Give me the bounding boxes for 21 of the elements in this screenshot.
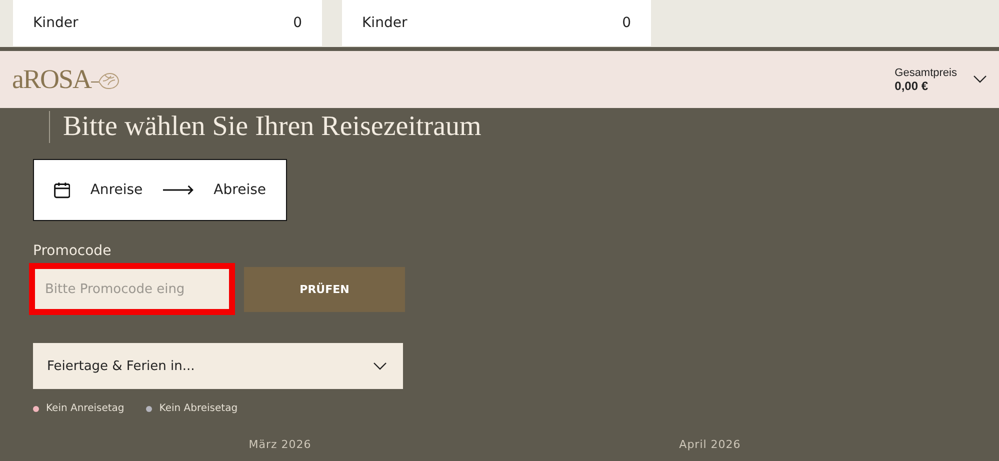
date-range-picker[interactable]: Anreise Abreise bbox=[33, 159, 287, 221]
highlighted-field[interactable]: Bitte Promocode eing bbox=[29, 263, 235, 315]
legend-label: Kein Anreisetag bbox=[46, 403, 124, 414]
logo-text[interactable]: aROSA bbox=[12, 64, 92, 95]
card-label: Kinder bbox=[33, 15, 78, 31]
card-count: 0 bbox=[293, 15, 302, 31]
chevron-down-icon bbox=[373, 362, 387, 370]
holidays-dropdown[interactable]: Feiertage & Ferien in... bbox=[33, 343, 403, 389]
arrow-icon bbox=[162, 184, 194, 196]
calendar-icon bbox=[54, 180, 70, 200]
promocode-label: Promocode bbox=[33, 243, 112, 259]
section-heading: Bitte wählen Sie Ihren Reisezeitraum bbox=[49, 111, 482, 143]
legend-label: Kein Abreisetag bbox=[159, 403, 238, 414]
total-price-toggle[interactable]: Gesamtpreis 0,00 € bbox=[894, 66, 987, 92]
month-title: April 2026 bbox=[678, 438, 742, 451]
card-label: Kinder bbox=[362, 15, 408, 31]
chevron-down-icon bbox=[973, 75, 987, 84]
month-title: März 2026 bbox=[248, 438, 312, 451]
card-count: 0 bbox=[622, 15, 631, 31]
promocode-field[interactable]: Bitte Promocode eing bbox=[35, 269, 229, 309]
check-button[interactable]: PRÜFEN bbox=[244, 266, 405, 312]
